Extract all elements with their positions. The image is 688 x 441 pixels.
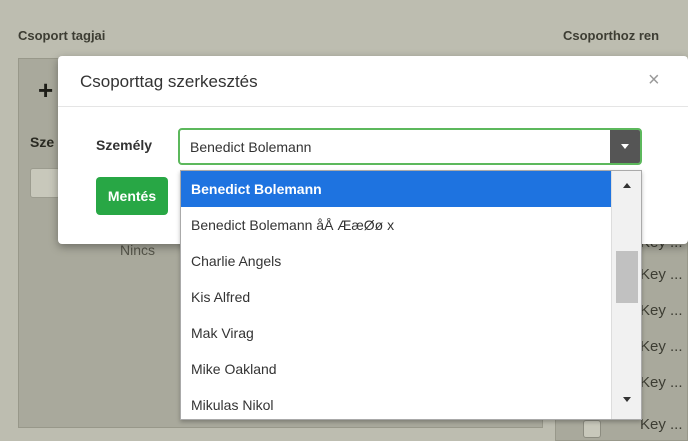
person-dropdown-list: Benedict Bolemann Benedict Bolemann åÅ Æ… — [180, 170, 642, 420]
member-row-button[interactable] — [30, 168, 60, 198]
key-row: Key ... — [640, 374, 683, 391]
dropdown-scrollbar[interactable] — [611, 171, 641, 419]
person-select-value: Benedict Bolemann — [190, 139, 312, 155]
scroll-down-icon[interactable] — [623, 397, 631, 402]
key-row: Key ... — [640, 302, 683, 319]
members-column-header: Sze — [30, 134, 55, 150]
key-row: Key ... — [640, 338, 683, 355]
add-member-button[interactable]: + — [38, 75, 53, 106]
person-label: Személy — [96, 137, 153, 153]
group-members-title: Csoport tagjai — [18, 28, 106, 43]
dropdown-option[interactable]: Benedict Bolemann åÅ ÆæØø x — [181, 207, 611, 243]
empty-members-text: Nincs — [120, 242, 156, 258]
dropdown-option[interactable]: Mike Oakland — [181, 351, 611, 387]
key-row-checkbox[interactable] — [583, 420, 601, 438]
scroll-up-icon[interactable] — [623, 183, 631, 188]
dropdown-option[interactable]: Charlie Angels — [181, 243, 611, 279]
dropdown-option[interactable]: Benedict Bolemann — [181, 171, 611, 207]
dropdown-option[interactable]: Kis Alfred — [181, 279, 611, 315]
group-assigned-title: Csoporthoz ren — [563, 28, 660, 43]
key-row: Key ... — [640, 416, 683, 433]
person-select[interactable]: Benedict Bolemann — [178, 128, 642, 165]
scrollbar-thumb[interactable] — [616, 251, 638, 303]
modal-title: Csoporttag szerkesztés — [80, 72, 258, 91]
dropdown-option[interactable]: Mikulas Nikol — [181, 387, 611, 419]
close-icon[interactable]: × — [648, 70, 660, 90]
chevron-down-icon[interactable] — [610, 130, 640, 163]
key-row: Key ... — [640, 266, 683, 283]
save-button[interactable]: Mentés — [96, 177, 168, 215]
dropdown-option[interactable]: Mak Virag — [181, 315, 611, 351]
modal-header: Csoporttag szerkesztés × — [58, 56, 688, 107]
